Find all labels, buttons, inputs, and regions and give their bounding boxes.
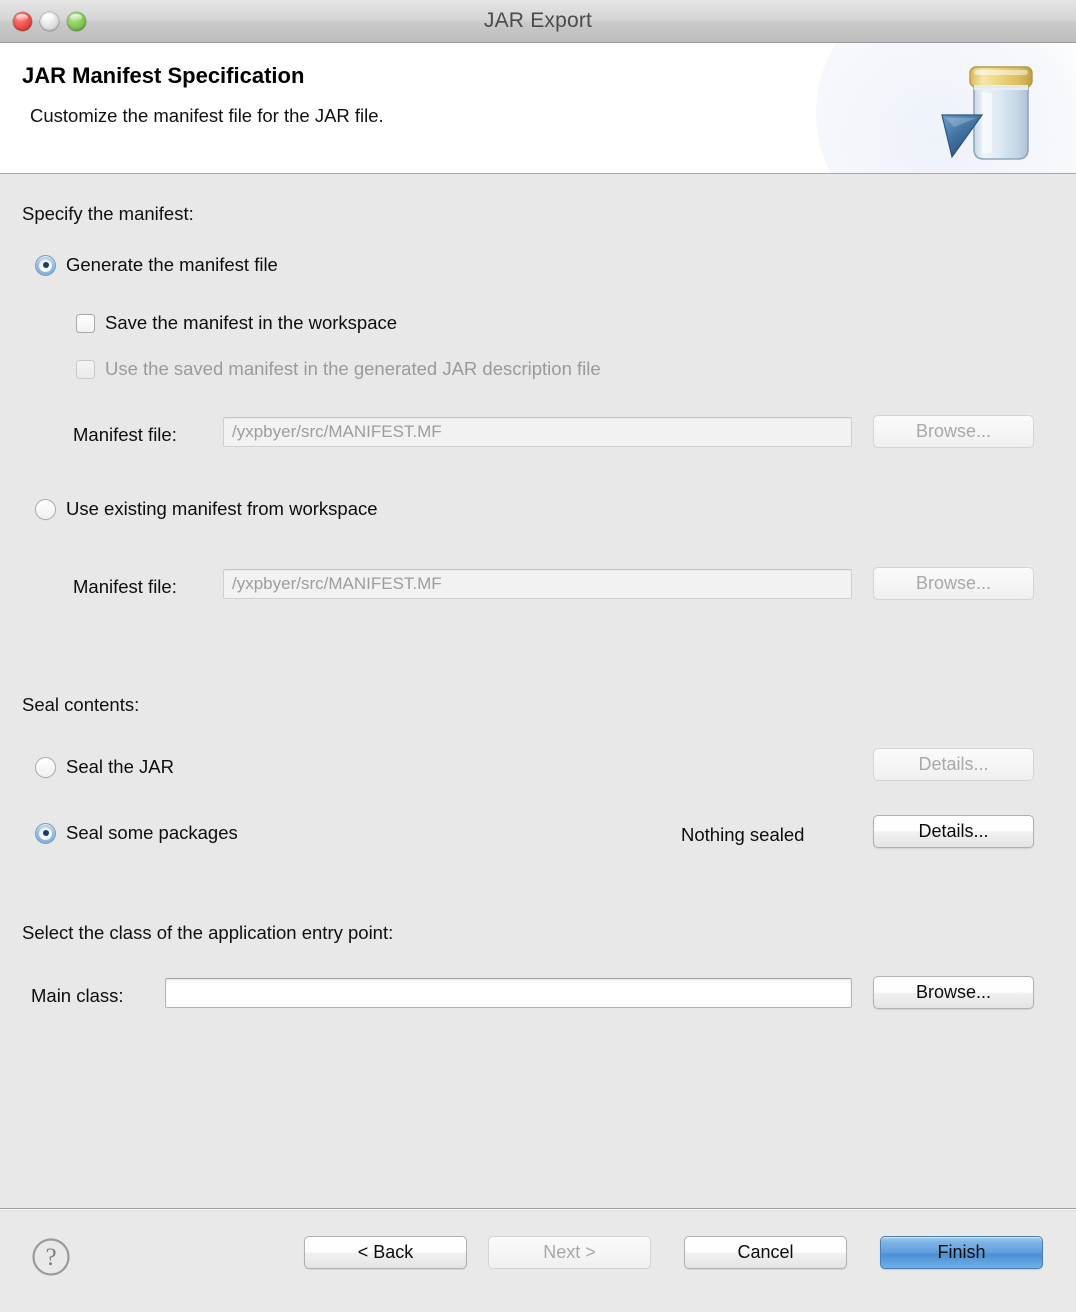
entry-point-label: Select the class of the application entr… — [22, 922, 394, 943]
wizard-footer: ? < Back Next > Cancel Finish — [0, 1211, 1076, 1312]
existing-manifest-file-input: /yxpbyer/src/MANIFEST.MF — [223, 569, 852, 599]
seal-status-text: Nothing sealed — [681, 824, 805, 845]
window-title: JAR Export — [483, 9, 593, 32]
main-class-browse-button[interactable]: Browse... — [873, 976, 1034, 1009]
seal-jar-details-button: Details... — [873, 748, 1034, 781]
back-button[interactable]: < Back — [304, 1236, 467, 1269]
checkbox-use-saved-manifest-control — [76, 359, 95, 379]
radio-use-existing-manifest-control[interactable] — [35, 498, 56, 520]
generate-manifest-file-label: Manifest file: — [73, 424, 177, 445]
checkbox-save-manifest[interactable]: Save the manifest in the workspace — [76, 312, 397, 334]
main-class-label: Main class: — [31, 985, 124, 1006]
wizard-banner: JAR Manifest Specification Customize the… — [0, 43, 1076, 174]
jar-export-dialog: JAR Export JAR Manifest Specification Cu… — [0, 0, 1076, 1312]
radio-seal-some-packages[interactable]: Seal some packages — [35, 822, 238, 844]
page-description: Customize the manifest file for the JAR … — [30, 105, 384, 126]
zoom-button[interactable] — [67, 11, 86, 31]
specify-manifest-label: Specify the manifest: — [22, 203, 194, 224]
next-button: Next > — [488, 1236, 651, 1269]
radio-seal-jar[interactable]: Seal the JAR — [35, 756, 174, 778]
page-title: JAR Manifest Specification — [22, 63, 305, 88]
existing-manifest-browse-button: Browse... — [873, 567, 1034, 600]
checkbox-save-manifest-label: Save the manifest in the workspace — [105, 312, 398, 333]
wizard-content: Specify the manifest: Generate the manif… — [0, 174, 1076, 1208]
window-controls — [13, 0, 86, 42]
seal-packages-details-button[interactable]: Details... — [873, 815, 1034, 848]
radio-seal-jar-label: Seal the JAR — [66, 756, 174, 777]
main-class-input[interactable] — [165, 978, 852, 1008]
jar-export-icon — [941, 66, 1033, 160]
radio-seal-some-packages-label: Seal some packages — [66, 822, 238, 843]
minimize-button[interactable] — [40, 11, 59, 31]
radio-generate-manifest-control[interactable] — [35, 254, 56, 276]
existing-manifest-file-label: Manifest file: — [73, 576, 177, 597]
generate-manifest-browse-button: Browse... — [873, 415, 1034, 448]
help-question-icon[interactable]: ? — [31, 1237, 71, 1277]
radio-seal-some-packages-control[interactable] — [35, 822, 56, 844]
checkbox-use-saved-manifest-label: Use the saved manifest in the generated … — [105, 358, 601, 379]
radio-seal-jar-control[interactable] — [35, 756, 56, 778]
cancel-button[interactable]: Cancel — [684, 1236, 847, 1269]
svg-text:?: ? — [45, 1244, 56, 1271]
checkbox-use-saved-manifest: Use the saved manifest in the generated … — [76, 358, 601, 380]
radio-use-existing-manifest[interactable]: Use existing manifest from workspace — [35, 498, 378, 520]
radio-generate-manifest[interactable]: Generate the manifest file — [35, 254, 278, 276]
generate-manifest-file-input: /yxpbyer/src/MANIFEST.MF — [223, 417, 852, 447]
seal-contents-label: Seal contents: — [22, 694, 140, 715]
close-button[interactable] — [13, 11, 32, 31]
finish-button[interactable]: Finish — [880, 1236, 1043, 1269]
checkbox-save-manifest-control[interactable] — [76, 313, 95, 333]
radio-generate-manifest-label: Generate the manifest file — [66, 254, 278, 275]
window-titlebar: JAR Export — [0, 0, 1076, 43]
radio-use-existing-manifest-label: Use existing manifest from workspace — [66, 498, 378, 519]
